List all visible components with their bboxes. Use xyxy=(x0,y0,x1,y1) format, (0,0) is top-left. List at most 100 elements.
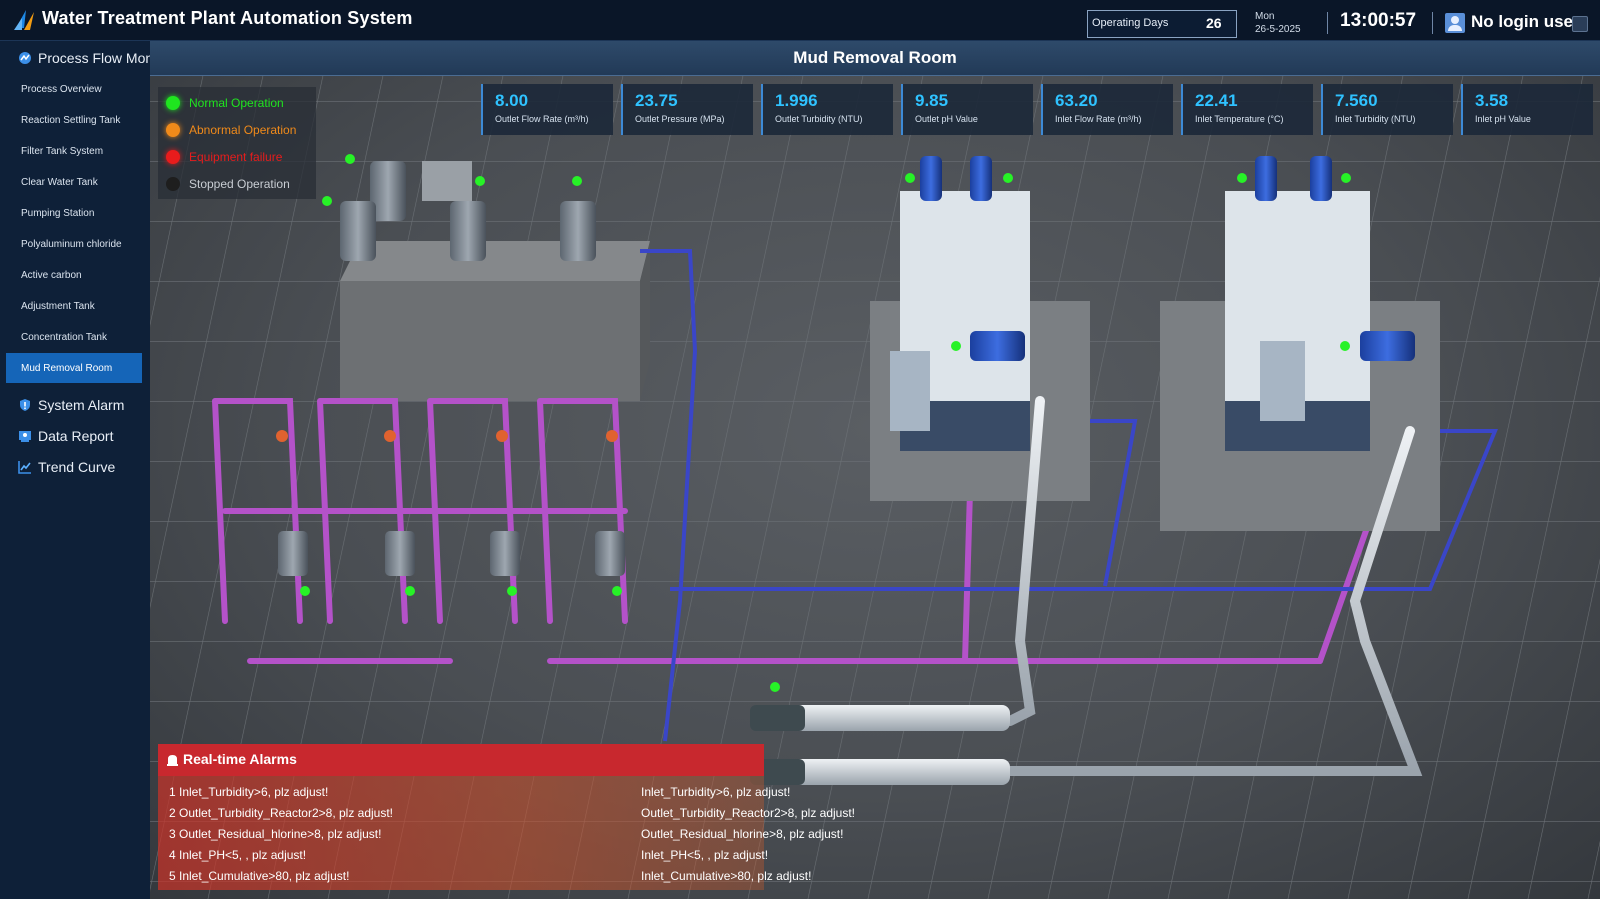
sidebar-item-active-carbon[interactable]: Active carbon xyxy=(6,260,142,290)
window-menu-button[interactable] xyxy=(1572,16,1588,32)
status-legend: Normal Operation Abnormal Operation Equi… xyxy=(158,87,316,199)
trend-chart-icon xyxy=(18,461,31,474)
metric-label: Outlet Pressure (MPa) xyxy=(635,114,725,124)
shield-alarm-icon xyxy=(20,399,30,411)
metric-label: Inlet Temperature (°C) xyxy=(1195,114,1284,124)
legend-abnormal: Abnormal Operation xyxy=(166,120,296,140)
realtime-alarms-header: Real-time Alarms xyxy=(158,744,764,776)
sidebar-item-concentration-tank[interactable]: Concentration Tank xyxy=(6,322,142,352)
app-title: Water Treatment Plant Automation System xyxy=(42,8,413,28)
sidebar-item-label: Pumping Station xyxy=(21,207,95,219)
nav-system-alarm[interactable]: System Alarm xyxy=(0,391,150,419)
metric-outlet-flow-rate: 8.00 Outlet Flow Rate (m³/h) xyxy=(481,84,613,135)
metric-inlet-turbidity: 7.560 Inlet Turbidity (NTU) xyxy=(1321,84,1453,135)
sidebar-item-filter-tank-system[interactable]: Filter Tank System xyxy=(6,136,142,166)
sidebar-item-label: Polyaluminum chloride xyxy=(21,238,122,250)
nav-data-report-label: Data Report xyxy=(38,428,114,444)
nav-system-alarm-label: System Alarm xyxy=(38,397,125,413)
page-title: Mud Removal Room xyxy=(793,48,957,67)
metric-value: 63.20 xyxy=(1055,91,1098,110)
sidebar-item-label: Clear Water Tank xyxy=(21,176,98,188)
alarm-item: 2 Outlet_Turbidity_Reactor2>8, plz adjus… xyxy=(169,806,394,820)
date-display: Mon 26-5-2025 xyxy=(1255,10,1301,36)
metric-outlet-turbidity: 1.996 Outlet Turbidity (NTU) xyxy=(761,84,893,135)
sidebar-item-label: Adjustment Tank xyxy=(21,300,95,312)
date-text: 26-5-2025 xyxy=(1255,24,1301,35)
alarm-item: 1 Inlet_Turbidity>6, plz adjust! xyxy=(169,785,329,799)
sidebar-item-label: Concentration Tank xyxy=(21,331,107,343)
sidebar-item-mud-removal-room[interactable]: Mud Removal Room xyxy=(6,353,142,383)
nav-process-flow-label: Process Flow Mon xyxy=(38,50,150,66)
status-dot-icon xyxy=(166,177,180,191)
sidebar-item-label: Mud Removal Room xyxy=(21,362,113,374)
metric-label: Inlet pH Value xyxy=(1475,114,1531,124)
operating-days-label: Operating Days xyxy=(1092,17,1169,29)
nav-trend-curve[interactable]: Trend Curve xyxy=(0,453,150,481)
legend-stopped: Stopped Operation xyxy=(166,174,290,194)
sidebar-item-label: Active carbon xyxy=(21,269,82,281)
status-dot-icon xyxy=(166,96,180,110)
legend-label: Stopped Operation xyxy=(189,177,290,191)
water-drop-logo-icon xyxy=(14,10,34,30)
legend-failure: Equipment failure xyxy=(166,147,282,167)
sidebar-item-label: Reaction Settling Tank xyxy=(21,114,121,126)
operating-days-box: Operating Days 26 xyxy=(1087,10,1237,38)
flow-monitor-icon xyxy=(19,52,31,64)
metric-value: 8.00 xyxy=(495,91,529,110)
metric-label: Inlet Flow Rate (m³/h) xyxy=(1055,114,1142,124)
alarms-title: Real-time Alarms xyxy=(183,751,297,767)
sidebar-item-adjustment-tank[interactable]: Adjustment Tank xyxy=(6,291,142,321)
sidebar-nav: Process Flow Mon Process Overview Reacti… xyxy=(0,41,150,899)
metric-inlet-temperature: 22.41 Inlet Temperature (°C) xyxy=(1181,84,1313,135)
metric-outlet-pressure: 23.75 Outlet Pressure (MPa) xyxy=(621,84,753,135)
nav-trend-curve-label: Trend Curve xyxy=(38,459,116,475)
metric-inlet-flow-rate: 63.20 Inlet Flow Rate (m³/h) xyxy=(1041,84,1173,135)
nav-data-report[interactable]: Data Report xyxy=(0,422,150,450)
legend-label: Equipment failure xyxy=(189,150,283,164)
alarm-item: Outlet_Residual_hlorine>8, plz adjust! xyxy=(641,827,844,841)
sidebar-item-pumping-station[interactable]: Pumping Station xyxy=(6,198,142,228)
metric-value: 22.41 xyxy=(1195,91,1238,110)
metric-outlet-ph: 9.85 Outlet pH Value xyxy=(901,84,1033,135)
metric-label: Outlet Turbidity (NTU) xyxy=(775,114,863,124)
nav-process-flow[interactable]: Process Flow Mon xyxy=(0,44,150,72)
metric-value: 3.58 xyxy=(1475,91,1509,110)
status-dot-icon xyxy=(166,150,180,164)
clock-time: 13:00:57 xyxy=(1340,10,1417,31)
alarm-item: Inlet_Turbidity>6, plz adjust! xyxy=(641,785,791,799)
metric-value: 23.75 xyxy=(635,91,678,110)
header-divider xyxy=(1432,12,1433,34)
alarm-item: 3 Outlet_Residual_hlorine>8, plz adjust! xyxy=(169,827,382,841)
alarm-item: Outlet_Turbidity_Reactor2>8, plz adjust! xyxy=(641,806,856,820)
metric-inlet-ph: 3.58 Inlet pH Value xyxy=(1461,84,1593,135)
metric-label: Inlet Turbidity (NTU) xyxy=(1335,114,1416,124)
sidebar-item-process-overview[interactable]: Process Overview xyxy=(6,74,142,104)
user-avatar-icon[interactable] xyxy=(1445,13,1465,33)
sidebar-item-reaction-settling-tank[interactable]: Reaction Settling Tank xyxy=(6,105,142,135)
metric-value: 1.996 xyxy=(775,91,818,110)
status-dot-icon xyxy=(166,123,180,137)
metric-label: Outlet Flow Rate (m³/h) xyxy=(495,114,589,124)
sidebar-item-clear-water-tank[interactable]: Clear Water Tank xyxy=(6,167,142,197)
metric-value: 7.560 xyxy=(1335,91,1378,110)
sidebar-item-label: Process Overview xyxy=(21,83,102,95)
weekday-text: Mon xyxy=(1255,11,1275,22)
legend-normal: Normal Operation xyxy=(166,93,284,113)
alarm-item: Inlet_PH<5, , plz adjust! xyxy=(641,848,769,862)
legend-label: Abnormal Operation xyxy=(189,123,297,137)
app-header: Water Treatment Plant Automation System … xyxy=(0,0,1600,41)
metric-label: Outlet pH Value xyxy=(915,114,978,124)
metric-value: 9.85 xyxy=(915,91,949,110)
header-divider xyxy=(1327,12,1328,34)
room-title-bar: Mud Removal Room xyxy=(150,41,1600,76)
operating-days-value: 26 xyxy=(1206,15,1222,31)
sidebar-item-label: Filter Tank System xyxy=(21,145,104,157)
legend-label: Normal Operation xyxy=(189,96,284,110)
alarm-item: Inlet_Cumulative>80, plz adjust! xyxy=(641,869,812,883)
alarm-item: 4 Inlet_PH<5, , plz adjust! xyxy=(169,848,307,862)
alarm-bell-icon xyxy=(167,755,178,766)
user-login-label[interactable]: No login user xyxy=(1471,12,1580,32)
data-report-icon xyxy=(19,431,31,442)
sidebar-item-polyaluminum-chloride[interactable]: Polyaluminum chloride xyxy=(6,229,142,259)
alarm-item: 5 Inlet_Cumulative>80, plz adjust! xyxy=(169,869,350,883)
